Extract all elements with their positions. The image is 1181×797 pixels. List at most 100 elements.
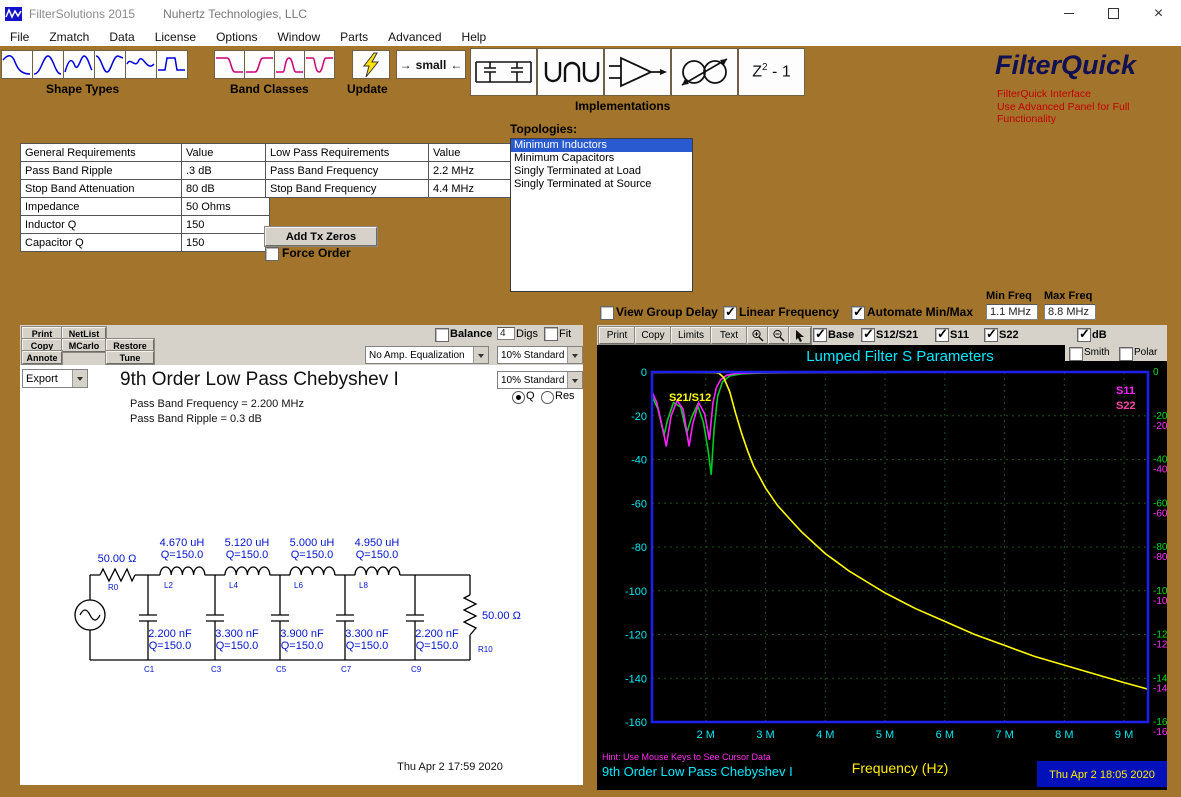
update-label: Update xyxy=(347,82,388,96)
band-class-lowpass-icon[interactable] xyxy=(214,50,245,79)
topology-item-minimum-inductors[interactable]: Minimum Inductors xyxy=(511,139,692,152)
update-button[interactable] xyxy=(352,50,390,79)
topology-item-singly-terminated-load[interactable]: Singly Terminated at Load xyxy=(511,165,692,178)
amp-equalization-dropdown[interactable]: No Amp. Equalization xyxy=(365,346,489,364)
max-freq-input[interactable] xyxy=(1044,304,1096,320)
minimize-button[interactable] xyxy=(1046,0,1091,27)
menu-license[interactable]: License xyxy=(145,30,206,44)
q-radio[interactable] xyxy=(512,391,525,404)
mcarlo-button[interactable]: MCarlo xyxy=(62,339,106,352)
menu-help[interactable]: Help xyxy=(452,30,497,44)
capacitor-q: Q=150.0 xyxy=(149,640,192,652)
menu-file[interactable]: File xyxy=(0,30,39,44)
smith-checkbox[interactable] xyxy=(1069,347,1083,361)
db-checkbox[interactable] xyxy=(1077,326,1091,342)
row-value[interactable]: 150 xyxy=(181,233,270,252)
s-parameter-plot[interactable]: Lumped Filter S Parameters 2 M 3 M 4 M 5 M 6… xyxy=(597,345,1167,790)
minimize-icon xyxy=(1063,13,1074,14)
menu-advanced[interactable]: Advanced xyxy=(378,30,451,44)
shape-type-icon-5[interactable] xyxy=(125,50,157,79)
shape-type-icon-2[interactable] xyxy=(32,50,64,79)
base-checkbox[interactable] xyxy=(813,326,827,342)
band-class-highpass-icon[interactable] xyxy=(244,50,275,79)
digits-input[interactable] xyxy=(497,327,515,340)
plot-limits-button[interactable]: Limits xyxy=(671,327,711,344)
schematic-panel: Print NetList Copy MCarlo Restore Annote… xyxy=(20,325,583,785)
tune-button[interactable]: Tune xyxy=(106,351,154,364)
z-transform-label: Z2 - 1 xyxy=(752,62,791,81)
row-label: Inductor Q xyxy=(20,215,182,234)
polar-checkbox[interactable] xyxy=(1119,347,1133,361)
implementation-digital-z-icon[interactable]: Z2 - 1 xyxy=(738,48,805,96)
schematic-toolbar: Print NetList Copy MCarlo Restore Annote… xyxy=(20,325,583,365)
topology-item-minimum-capacitors[interactable]: Minimum Capacitors xyxy=(511,152,692,165)
plot-text-button[interactable]: Text xyxy=(711,327,747,344)
automate-minmax-checkbox[interactable] xyxy=(851,304,865,320)
implementation-active-opamp-icon[interactable] xyxy=(604,48,671,96)
table-row: Capacitor Q 150 xyxy=(20,233,270,252)
s11-checkbox[interactable] xyxy=(935,326,949,342)
min-freq-input[interactable] xyxy=(986,304,1038,320)
shape-type-icon-1[interactable] xyxy=(1,50,33,79)
plot-print-button[interactable]: Print xyxy=(599,327,635,344)
view-group-delay-label: View Group Delay xyxy=(616,305,718,319)
force-order-label: Force Order xyxy=(282,246,351,260)
band-class-bandpass-icon[interactable] xyxy=(274,50,305,79)
svg-text:-80: -80 xyxy=(631,542,647,554)
maximize-button[interactable] xyxy=(1091,0,1136,27)
band-class-bandstop-icon[interactable] xyxy=(304,50,335,79)
topology-item-singly-terminated-source[interactable]: Singly Terminated at Source xyxy=(511,178,692,191)
zoom-reset-button[interactable] xyxy=(789,327,811,344)
capacitor-q: Q=150.0 xyxy=(416,640,459,652)
add-tx-zeros-button[interactable]: Add Tx Zeros xyxy=(265,227,377,246)
zoom-in-button[interactable] xyxy=(747,327,769,344)
menu-zmatch[interactable]: Zmatch xyxy=(39,30,99,44)
export-label: Export xyxy=(26,372,58,385)
implementation-inductors-icon[interactable] xyxy=(537,48,604,96)
standard-values-dropdown-top[interactable]: 10% Standard xyxy=(497,346,583,364)
resistor-symbol xyxy=(99,567,136,583)
load-resistance-value: 50.00 Ω xyxy=(482,610,521,622)
implementation-coupled-resonator-icon[interactable] xyxy=(671,48,738,96)
circuit-schematic[interactable]: 50.00 Ω R0 4.670 uH Q=150.0 L2 5.120 uH … xyxy=(30,520,575,695)
row-value[interactable]: 80 dB xyxy=(181,179,270,198)
svg-text:-100: -100 xyxy=(1153,596,1167,607)
row-label: Capacitor Q xyxy=(20,233,182,252)
s12s21-checkbox[interactable] xyxy=(861,326,875,342)
linear-frequency-checkbox[interactable] xyxy=(723,304,737,320)
small-toggle-button[interactable]: → small ← xyxy=(396,50,466,79)
fit-checkbox[interactable] xyxy=(544,327,558,341)
res-radio[interactable] xyxy=(541,391,554,404)
row-value[interactable]: 50 Ohms xyxy=(181,197,270,216)
row-value[interactable]: 150 xyxy=(181,215,270,234)
plot-copy-button[interactable]: Copy xyxy=(635,327,671,344)
row-value[interactable]: .3 dB xyxy=(181,161,270,180)
menu-window[interactable]: Window xyxy=(267,30,330,44)
view-group-delay-checkbox[interactable] xyxy=(600,306,614,320)
row-value[interactable]: 2.2 MHz xyxy=(428,161,517,180)
export-dropdown[interactable]: Export xyxy=(22,369,88,388)
menu-data[interactable]: Data xyxy=(99,30,144,44)
standard-values-dropdown-side[interactable]: 10% Standard xyxy=(497,371,583,389)
shape-type-icon-6[interactable] xyxy=(156,50,188,79)
shape-type-icon-4[interactable] xyxy=(94,50,126,79)
force-order-checkbox[interactable] xyxy=(265,247,279,261)
svg-text:-60: -60 xyxy=(1153,508,1167,519)
menu-options[interactable]: Options xyxy=(206,30,267,44)
annote-button[interactable]: Annote xyxy=(22,351,62,364)
svg-text:-160: -160 xyxy=(1153,727,1167,738)
balance-checkbox[interactable] xyxy=(435,328,449,342)
close-button[interactable]: × xyxy=(1136,0,1181,27)
zoom-out-button[interactable] xyxy=(768,327,790,344)
s11-label: S11 xyxy=(950,329,969,341)
implementation-passive-ladder-icon[interactable] xyxy=(470,48,537,96)
schematic-title: 9th Order Low Pass Chebyshev I xyxy=(120,369,399,390)
s22-checkbox[interactable] xyxy=(984,326,998,342)
row-value[interactable]: 4.4 MHz xyxy=(428,179,517,198)
shape-type-icon-3[interactable] xyxy=(63,50,95,79)
brand-line2: Use Advanced Panel for Full Functionalit… xyxy=(997,101,1130,125)
schematic-subtitle-frequency: Pass Band Frequency = 2.200 MHz xyxy=(130,398,304,410)
menu-parts[interactable]: Parts xyxy=(330,30,378,44)
maximize-icon xyxy=(1108,8,1119,19)
brand-line1: FilterQuick Interface xyxy=(997,88,1091,100)
